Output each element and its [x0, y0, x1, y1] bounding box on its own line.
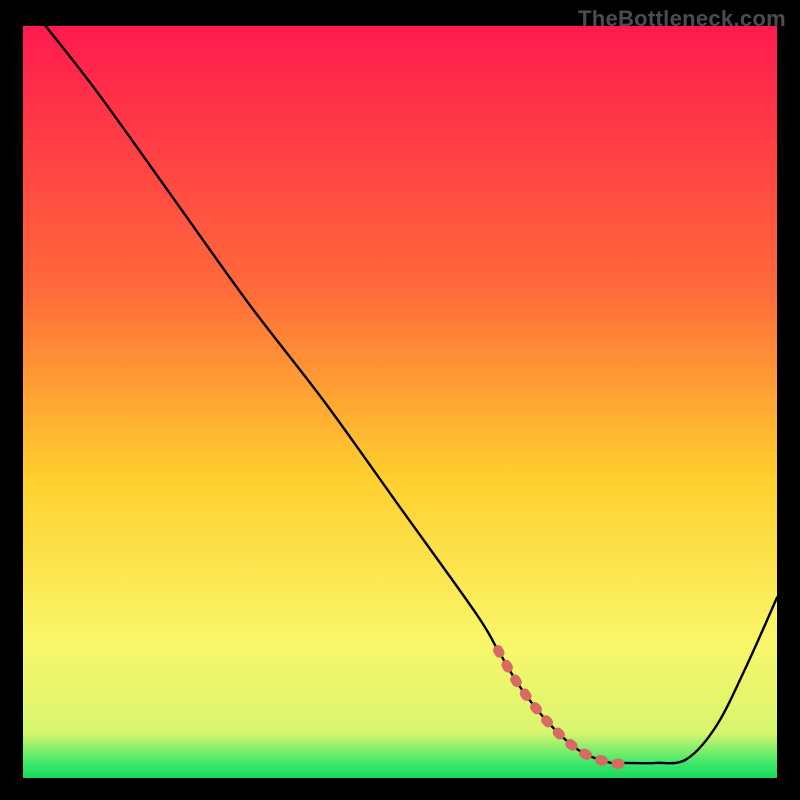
chart-svg: [23, 26, 777, 778]
chart-container: TheBottleneck.com: [0, 0, 800, 800]
gradient-background: [23, 26, 777, 778]
plot-area: [23, 26, 777, 778]
watermark-text: TheBottleneck.com: [578, 6, 786, 32]
